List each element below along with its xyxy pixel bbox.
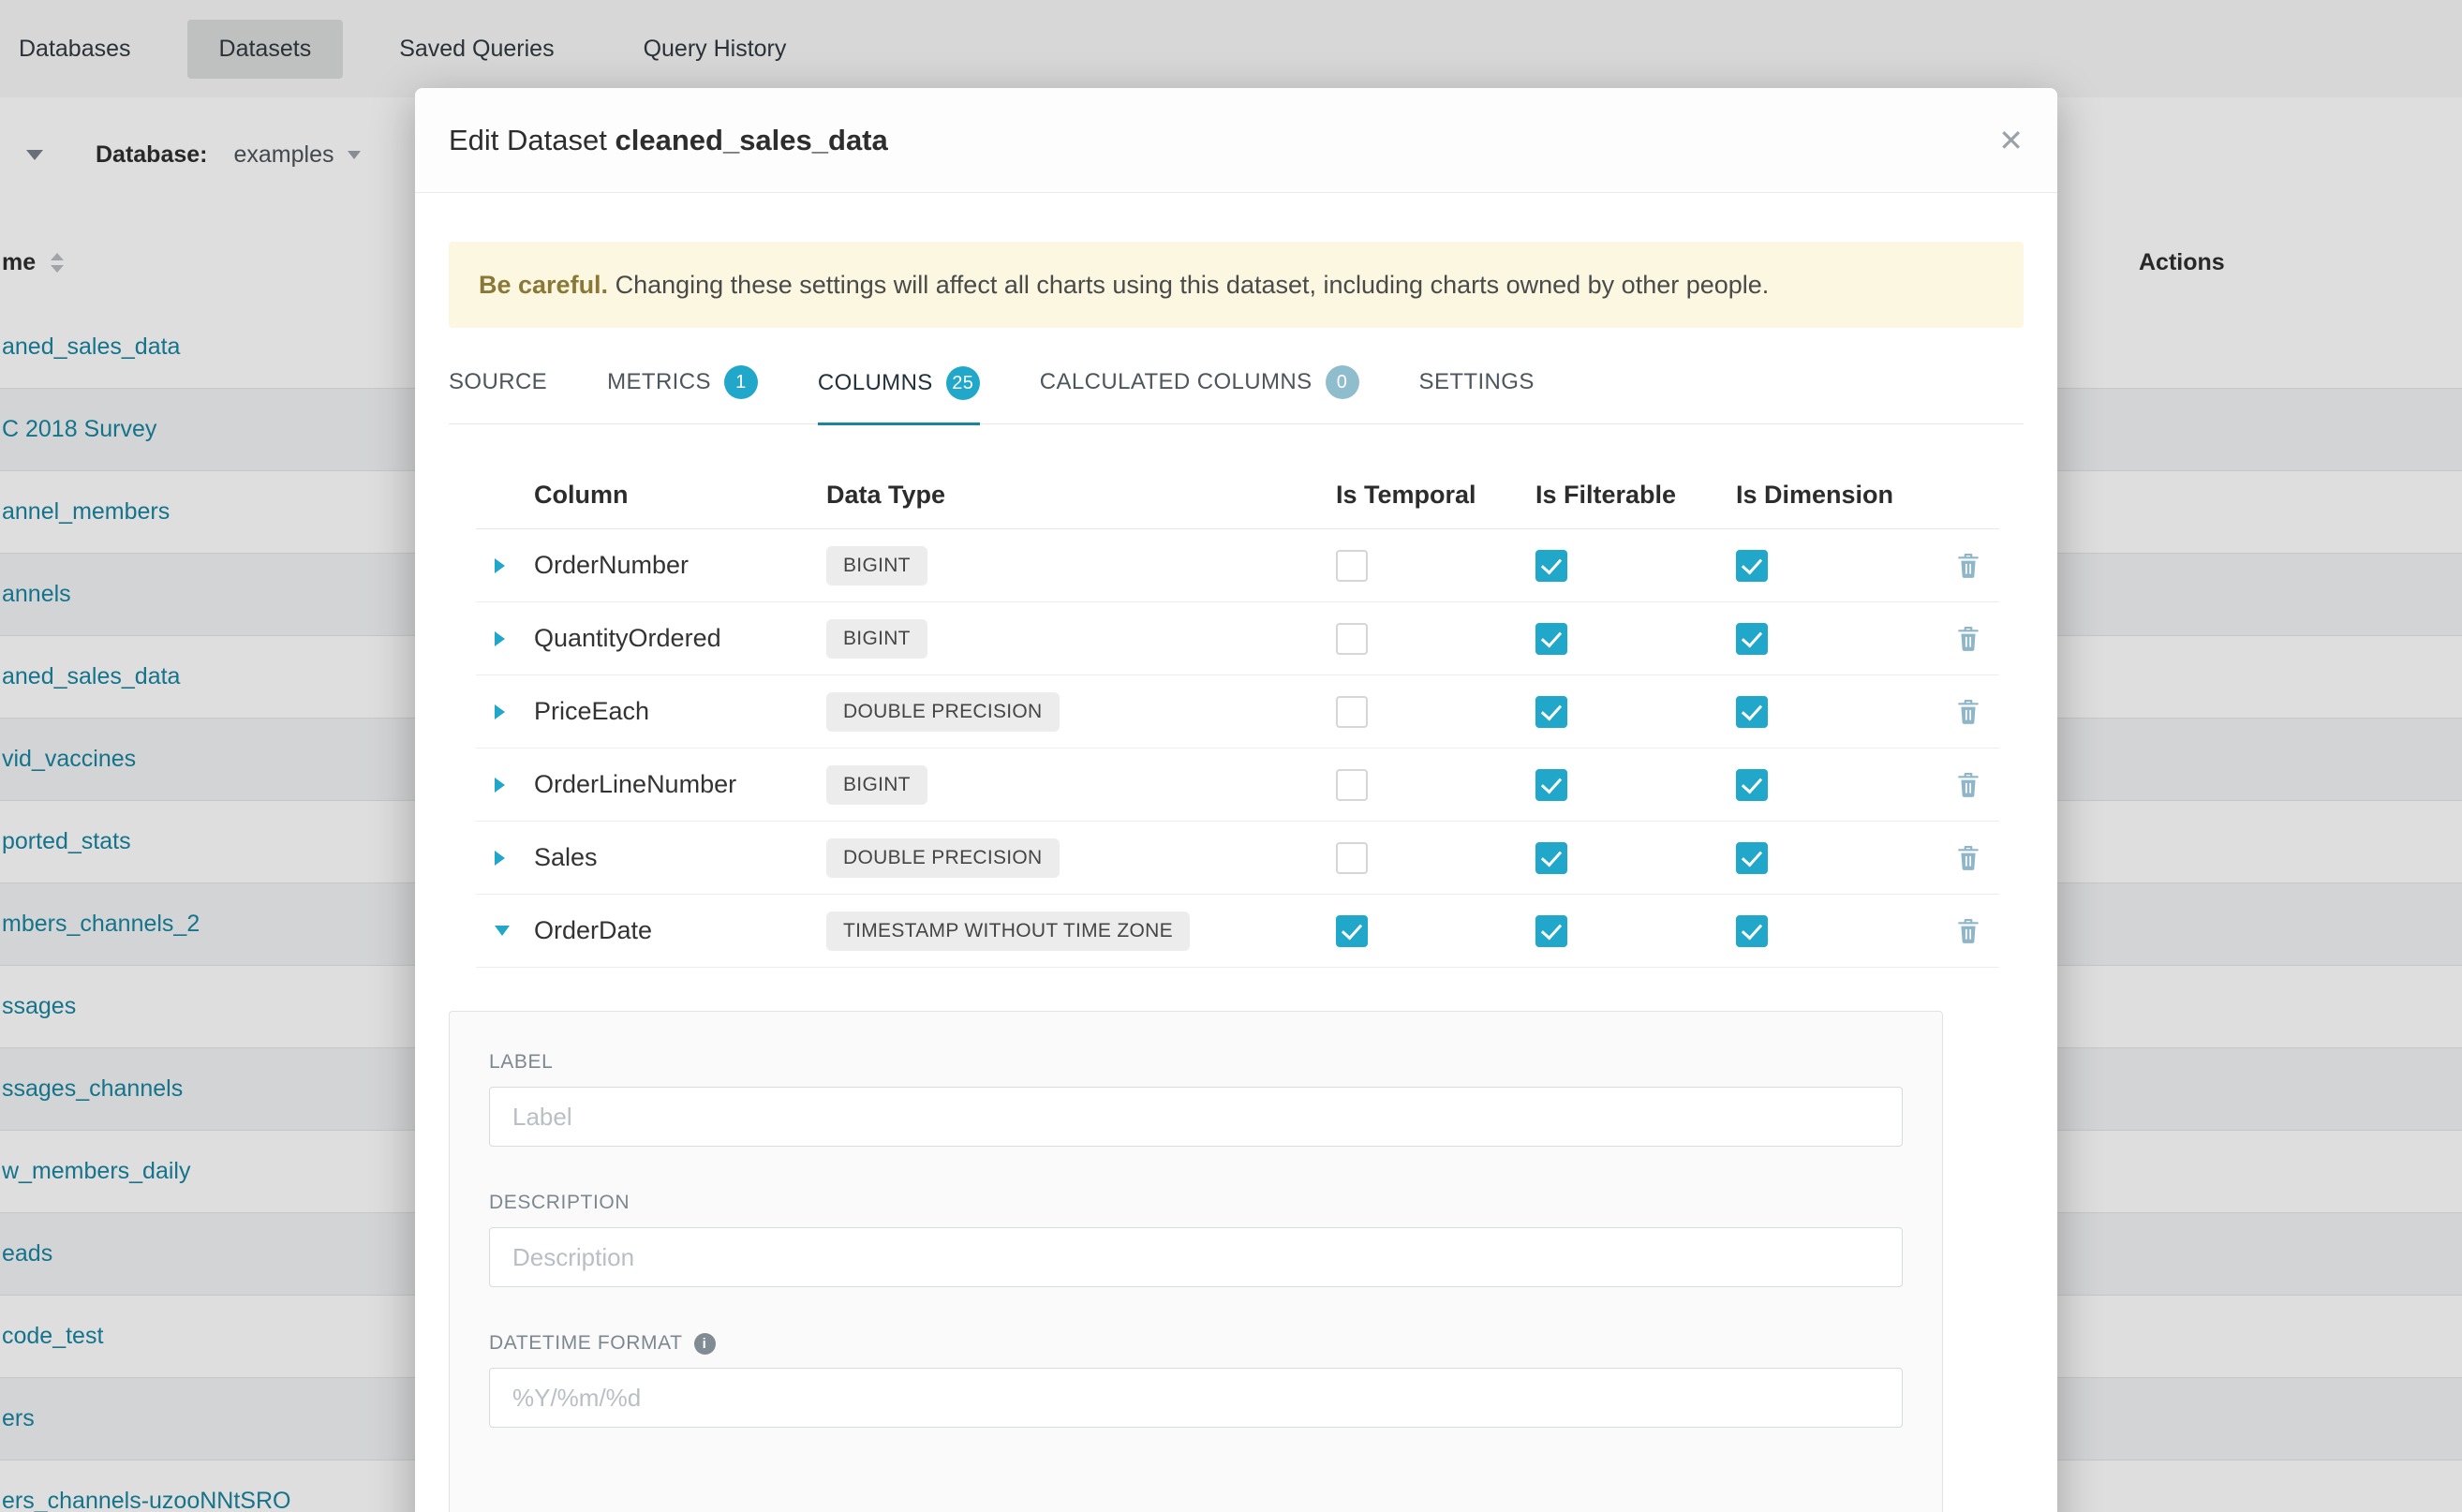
description-field-label: DESCRIPTION bbox=[489, 1192, 1903, 1214]
table-row: Sales DOUBLE PRECISION bbox=[476, 822, 1999, 895]
label-field-label: LABEL bbox=[489, 1051, 1903, 1074]
column-name: QuantityOrdered bbox=[534, 624, 826, 653]
caret-right-icon[interactable] bbox=[476, 631, 534, 646]
tab-metrics[interactable]: METRICS 1 bbox=[607, 350, 758, 423]
modal-title-prefix: Edit Dataset bbox=[449, 124, 607, 156]
label-input[interactable] bbox=[489, 1087, 1903, 1147]
table-row: QuantityOrdered BIGINT bbox=[476, 602, 1999, 675]
tab-columns[interactable]: COLUMNS 25 bbox=[818, 350, 980, 425]
is-temporal-checkbox[interactable] bbox=[1336, 696, 1368, 728]
caret-right-icon[interactable] bbox=[476, 704, 534, 719]
is-temporal-checkbox[interactable] bbox=[1336, 550, 1368, 582]
is-filterable-checkbox[interactable] bbox=[1535, 623, 1567, 655]
warning-bold-text: Be careful. bbox=[479, 271, 608, 299]
tab-columns-label: COLUMNS bbox=[818, 370, 933, 396]
data-type-pill: DOUBLE PRECISION bbox=[826, 692, 1060, 732]
data-type-pill: DOUBLE PRECISION bbox=[826, 838, 1060, 878]
warning-banner: Be careful. Changing these settings will… bbox=[449, 242, 2024, 328]
is-dimension-checkbox[interactable] bbox=[1736, 915, 1768, 947]
modal-body: Be careful. Changing these settings will… bbox=[415, 242, 2057, 1512]
datetime-format-field-label: DATETIME FORMAT bbox=[489, 1332, 1903, 1355]
info-icon[interactable] bbox=[694, 1333, 716, 1355]
tab-calculated-label: CALCULATED COLUMNS bbox=[1040, 369, 1313, 395]
data-type-pill: BIGINT bbox=[826, 619, 927, 659]
is-dimension-checkbox[interactable] bbox=[1736, 769, 1768, 801]
trash-icon[interactable] bbox=[1956, 771, 1980, 799]
header-is-temporal: Is Temporal bbox=[1336, 481, 1535, 510]
tab-metrics-label: METRICS bbox=[607, 369, 711, 395]
trash-icon[interactable] bbox=[1956, 844, 1980, 872]
description-field-label-text: DESCRIPTION bbox=[489, 1192, 630, 1214]
columns-count-badge: 25 bbox=[946, 366, 980, 400]
datetime-format-label-text: DATETIME FORMAT bbox=[489, 1332, 683, 1355]
columns-table-header: Column Data Type Is Temporal Is Filterab… bbox=[476, 462, 1999, 529]
is-filterable-checkbox[interactable] bbox=[1535, 696, 1567, 728]
datetime-format-input[interactable] bbox=[489, 1368, 1903, 1428]
data-type-pill: TIMESTAMP WITHOUT TIME ZONE bbox=[826, 912, 1190, 951]
tab-source[interactable]: SOURCE bbox=[449, 350, 547, 423]
is-temporal-checkbox[interactable] bbox=[1336, 915, 1368, 947]
column-name: PriceEach bbox=[534, 697, 826, 726]
modal-tabs: SOURCE METRICS 1 COLUMNS 25 CALCULATED C… bbox=[449, 350, 2024, 424]
caret-right-icon[interactable] bbox=[476, 851, 534, 866]
column-name: OrderLineNumber bbox=[534, 770, 826, 799]
caret-right-icon[interactable] bbox=[476, 778, 534, 793]
dataset-name: cleaned_sales_data bbox=[616, 124, 888, 156]
column-name: OrderDate bbox=[534, 916, 826, 945]
is-dimension-checkbox[interactable] bbox=[1736, 696, 1768, 728]
table-row: PriceEach DOUBLE PRECISION bbox=[476, 675, 1999, 749]
header-is-filterable: Is Filterable bbox=[1535, 481, 1736, 510]
header-is-dimension: Is Dimension bbox=[1736, 481, 1936, 510]
data-type-pill: BIGINT bbox=[826, 765, 927, 805]
is-dimension-checkbox[interactable] bbox=[1736, 842, 1768, 874]
tab-calculated-columns[interactable]: CALCULATED COLUMNS 0 bbox=[1040, 350, 1359, 423]
is-filterable-checkbox[interactable] bbox=[1535, 915, 1567, 947]
is-filterable-checkbox[interactable] bbox=[1535, 550, 1567, 582]
header-data-type: Data Type bbox=[826, 481, 1336, 510]
table-row: OrderNumber BIGINT bbox=[476, 529, 1999, 602]
label-field-label-text: LABEL bbox=[489, 1051, 553, 1074]
column-name: OrderNumber bbox=[534, 551, 826, 580]
tab-settings-label: SETTINGS bbox=[1419, 369, 1535, 395]
column-name: Sales bbox=[534, 843, 826, 872]
is-filterable-checkbox[interactable] bbox=[1535, 769, 1567, 801]
is-temporal-checkbox[interactable] bbox=[1336, 623, 1368, 655]
metrics-count-badge: 1 bbox=[724, 365, 758, 399]
caret-right-icon[interactable] bbox=[476, 558, 534, 573]
header-column: Column bbox=[534, 481, 826, 510]
column-detail-panel: LABEL DESCRIPTION DATETIME FORMAT bbox=[449, 1011, 1943, 1512]
close-icon[interactable]: ✕ bbox=[1998, 123, 2024, 158]
table-row-expanded: OrderDate TIMESTAMP WITHOUT TIME ZONE bbox=[476, 895, 1999, 968]
calculated-count-badge: 0 bbox=[1326, 365, 1359, 399]
tab-settings[interactable]: SETTINGS bbox=[1419, 350, 1535, 423]
is-dimension-checkbox[interactable] bbox=[1736, 550, 1768, 582]
trash-icon[interactable] bbox=[1956, 917, 1980, 945]
description-input[interactable] bbox=[489, 1227, 1903, 1287]
caret-down-icon[interactable] bbox=[476, 926, 534, 936]
modal-header: Edit Dataset cleaned_sales_data ✕ bbox=[415, 88, 2057, 193]
is-temporal-checkbox[interactable] bbox=[1336, 842, 1368, 874]
is-filterable-checkbox[interactable] bbox=[1535, 842, 1567, 874]
modal-title: Edit Dataset cleaned_sales_data bbox=[449, 124, 888, 157]
tab-source-label: SOURCE bbox=[449, 369, 547, 395]
edit-dataset-modal: Edit Dataset cleaned_sales_data ✕ Be car… bbox=[415, 88, 2057, 1512]
data-type-pill: BIGINT bbox=[826, 546, 927, 586]
table-row: OrderLineNumber BIGINT bbox=[476, 749, 1999, 822]
trash-icon[interactable] bbox=[1956, 625, 1980, 653]
trash-icon[interactable] bbox=[1956, 552, 1980, 580]
trash-icon[interactable] bbox=[1956, 698, 1980, 726]
is-temporal-checkbox[interactable] bbox=[1336, 769, 1368, 801]
is-dimension-checkbox[interactable] bbox=[1736, 623, 1768, 655]
columns-table: Column Data Type Is Temporal Is Filterab… bbox=[476, 462, 1999, 968]
warning-text: Changing these settings will affect all … bbox=[616, 271, 1770, 299]
